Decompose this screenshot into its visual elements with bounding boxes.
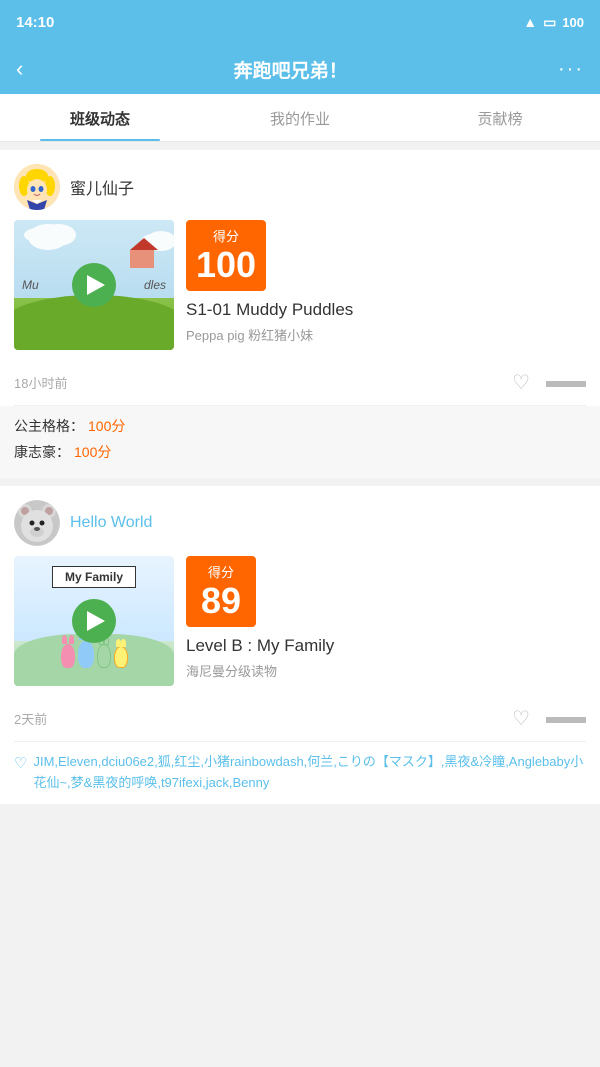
post-header: Hello World <box>14 500 586 546</box>
post-info: Level B : My Family 海尼曼分级读物 <box>186 635 586 686</box>
my-family-label: My Family <box>52 566 136 588</box>
post-card: Hello World My Family <box>0 486 600 804</box>
avatar-image <box>14 500 60 546</box>
more-button[interactable]: ··· <box>558 58 584 81</box>
post-thumbnail[interactable]: Mu dles <box>14 220 174 350</box>
comment-row: 康志豪： 100分 <box>14 442 586 462</box>
status-time: 14:10 <box>16 14 54 31</box>
score-label: 得分 <box>196 226 256 245</box>
comment-score: 100分 <box>74 442 111 462</box>
heart-icon: ♡ <box>14 752 27 776</box>
post-actions: ♡ ▬▬ <box>512 370 586 395</box>
battery-icon: ▭ <box>543 14 556 31</box>
back-button[interactable]: ‹ <box>16 56 23 82</box>
tab-my-homework[interactable]: 我的作业 <box>200 94 400 141</box>
comment-name: 公主格格： <box>14 416 84 436</box>
battery-level: 100 <box>562 15 584 30</box>
post-info: S1-01 Muddy Puddles Peppa pig 粉红猪小妹 <box>186 299 586 350</box>
like-button[interactable]: ♡ <box>512 370 530 395</box>
post-header: 蜜儿仙子 <box>14 164 586 210</box>
like-button[interactable]: ♡ <box>512 706 530 731</box>
post-thumbnail[interactable]: My Family <box>14 556 174 686</box>
tab-class-feed[interactable]: 班级动态 <box>0 94 200 141</box>
header-title: 奔跑吧兄弟！ <box>23 56 558 83</box>
post-meta: 得分 89 Level B : My Family 海尼曼分级读物 <box>186 556 586 686</box>
avatar <box>14 500 60 546</box>
tab-leaderboard[interactable]: 贡献榜 <box>400 94 600 141</box>
score-number: 89 <box>196 581 246 621</box>
score-badge: 得分 89 <box>186 556 256 627</box>
comment-button[interactable]: ▬▬ <box>546 706 586 731</box>
book-subtitle: 海尼曼分级读物 <box>186 661 586 680</box>
post-footer: 18小时前 ♡ ▬▬ <box>14 360 586 406</box>
post-username: 蜜儿仙子 <box>70 175 134 199</box>
book-title: Level B : My Family <box>186 635 586 657</box>
score-label: 得分 <box>196 562 246 581</box>
score-number: 100 <box>196 245 256 285</box>
post-time: 18小时前 <box>14 373 67 392</box>
post-meta: 得分 100 S1-01 Muddy Puddles Peppa pig 粉红猪… <box>186 220 586 350</box>
comment-score: 100分 <box>88 416 125 436</box>
status-icons: ▲ ▭ 100 <box>523 14 584 31</box>
score-badge: 得分 100 <box>186 220 266 291</box>
play-button[interactable] <box>72 599 116 643</box>
status-bar: 14:10 ▲ ▭ 100 <box>0 0 600 44</box>
play-button[interactable] <box>72 263 116 307</box>
book-title: S1-01 Muddy Puddles <box>186 299 586 321</box>
post-content: Mu dles 得分 100 S1-01 Muddy Puddles Peppa… <box>14 220 586 350</box>
post-content: My Family <box>14 556 586 686</box>
comment-button[interactable]: ▬▬ <box>546 370 586 395</box>
avatar <box>14 164 60 210</box>
comments-section: 公主格格： 100分 康志豪： 100分 <box>0 406 600 478</box>
header: ‹ 奔跑吧兄弟！ ··· <box>0 44 600 94</box>
comment-row: 公主格格： 100分 <box>14 416 586 436</box>
tab-bar: 班级动态 我的作业 贡献榜 <box>0 94 600 142</box>
likes-section: ♡ JIM,Eleven,dciu06e2,狐,红尘,小猪rainbowdash… <box>14 742 586 804</box>
book-subtitle: Peppa pig 粉红猪小妹 <box>186 325 586 344</box>
post-card: 蜜儿仙子 Mu <box>0 150 600 478</box>
feed: 蜜儿仙子 Mu <box>0 142 600 820</box>
avatar-image <box>14 164 60 210</box>
post-actions: ♡ ▬▬ <box>512 706 586 731</box>
comment-name: 康志豪： <box>14 442 70 462</box>
likes-names: JIM,Eleven,dciu06e2,狐,红尘,小猪rainbowdash,何… <box>33 752 586 794</box>
wifi-icon: ▲ <box>523 14 537 30</box>
post-footer: 2天前 ♡ ▬▬ <box>14 696 586 742</box>
post-time: 2天前 <box>14 709 47 728</box>
post-username: Hello World <box>70 514 152 532</box>
